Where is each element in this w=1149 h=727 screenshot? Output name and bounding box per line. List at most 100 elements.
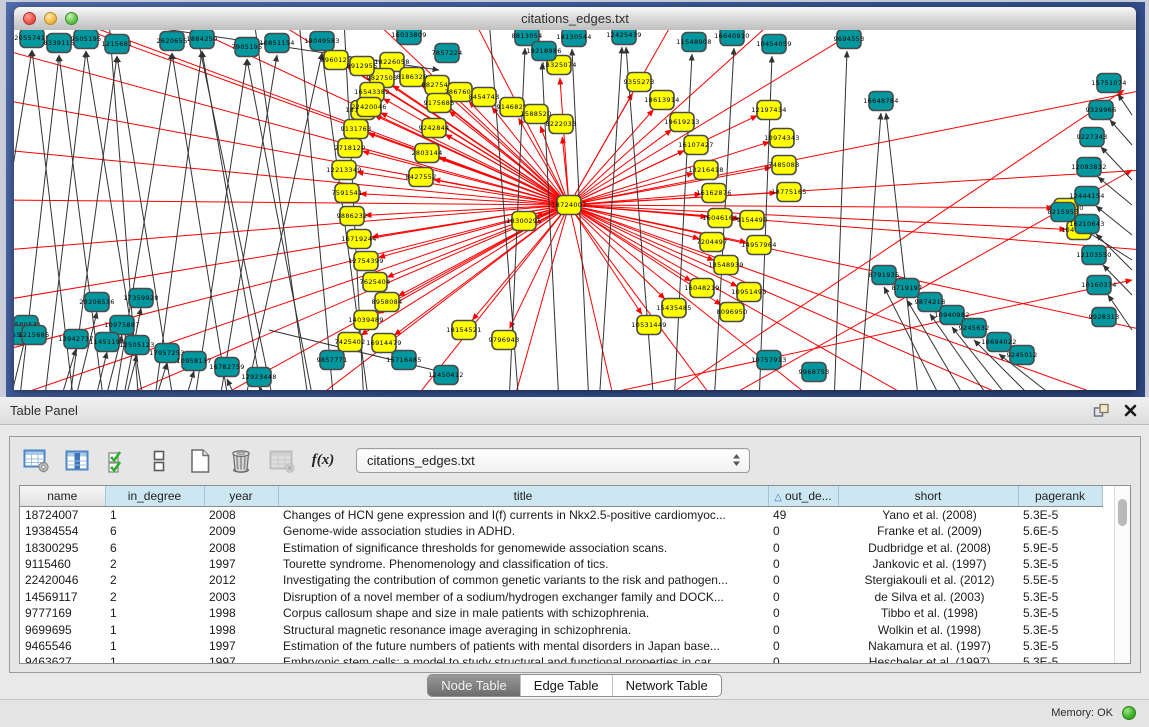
table-cell[interactable]: 5.3E-5 — [1018, 589, 1102, 605]
table-row[interactable]: 1830029562008Estimation of significance … — [20, 539, 1102, 555]
table-cell[interactable]: Wolkin et al. (1998) — [838, 621, 1018, 637]
table-cell[interactable]: 5.3E-5 — [1018, 621, 1102, 637]
table-cell[interactable]: Estimation of the future numbers of pati… — [278, 638, 768, 654]
close-panel-icon[interactable] — [1124, 404, 1137, 417]
table-cell[interactable]: 5.3E-5 — [1018, 638, 1102, 654]
column-header-short[interactable]: short — [838, 486, 1018, 507]
table-cell[interactable]: 19384554 — [20, 523, 105, 539]
tab-node-table[interactable]: Node Table — [428, 675, 520, 696]
table-row[interactable]: 946362711997Embryonic stem cells: a mode… — [20, 654, 1102, 664]
table-cell[interactable]: 1 — [105, 605, 204, 621]
table-cell[interactable]: 2008 — [204, 539, 278, 555]
table-cell[interactable]: 5.3E-5 — [1018, 654, 1102, 664]
minimize-window-button[interactable] — [44, 12, 57, 25]
table-cell[interactable]: 2012 — [204, 572, 278, 588]
network-graph[interactable]: 1872400718226058982750316543382181229549… — [14, 30, 1136, 390]
table-cell[interactable]: 5.6E-5 — [1018, 523, 1102, 539]
new-document-icon[interactable] — [184, 445, 216, 477]
table-row[interactable]: 2242004622012Investigating the contribut… — [20, 572, 1102, 588]
column-header-year[interactable]: year — [204, 486, 278, 507]
table-cell[interactable]: 1998 — [204, 605, 278, 621]
tab-network-table[interactable]: Network Table — [612, 675, 721, 696]
column-header-out-degree[interactable]: △out_de... — [768, 486, 838, 507]
column-selector-icon[interactable] — [61, 445, 93, 477]
table-row[interactable]: 946554611997Estimation of the future num… — [20, 638, 1102, 654]
table-cell[interactable]: 9463627 — [20, 654, 105, 664]
table-row[interactable]: 1938455462009Genome-wide association stu… — [20, 523, 1102, 539]
table-cell[interactable]: Franke et al. (2009) — [838, 523, 1018, 539]
network-canvas[interactable]: 1872400718226058982750316543382181229549… — [14, 30, 1136, 390]
column-header-pagerank[interactable]: pagerank — [1018, 486, 1102, 507]
table-cell[interactable]: 1 — [105, 507, 204, 524]
tab-edge-table[interactable]: Edge Table — [520, 675, 612, 696]
table-cell[interactable]: Disruption of a novel member of a sodium… — [278, 589, 768, 605]
table-cell[interactable]: Estimation of significance thresholds fo… — [278, 539, 768, 555]
table-cell[interactable]: Stergiakouli et al. (2012) — [838, 572, 1018, 588]
table-row[interactable]: 1456911722003Disruption of a novel membe… — [20, 589, 1102, 605]
table-cell[interactable]: 0 — [768, 539, 838, 555]
network-window-titlebar[interactable]: citations_edges.txt — [14, 7, 1136, 31]
table-cell[interactable]: 0 — [768, 621, 838, 637]
table-cell[interactable]: Dudbridge et al. (2008) — [838, 539, 1018, 555]
table-cell[interactable]: 1997 — [204, 638, 278, 654]
table-cell[interactable]: 1997 — [204, 556, 278, 572]
table-cell[interactable]: 6 — [105, 523, 204, 539]
table-cell[interactable]: 2009 — [204, 523, 278, 539]
table-selector-dropdown[interactable]: citations_edges.txt — [356, 448, 750, 473]
row-height-icon[interactable] — [143, 445, 175, 477]
table-cell[interactable]: Structural magnetic resonance image aver… — [278, 621, 768, 637]
table-cell[interactable]: de Silva et al. (2003) — [838, 589, 1018, 605]
table-cell[interactable]: 5.3E-5 — [1018, 556, 1102, 572]
table-cell[interactable]: 9777169 — [20, 605, 105, 621]
table-vertical-scrollbar[interactable] — [1114, 486, 1130, 663]
table-cell[interactable]: 0 — [768, 589, 838, 605]
table-cell[interactable]: 49 — [768, 507, 838, 524]
table-cell[interactable]: 14569117 — [20, 589, 105, 605]
table-cell[interactable]: 2 — [105, 589, 204, 605]
table-cell[interactable]: 2008 — [204, 507, 278, 524]
table-cell[interactable]: 2 — [105, 572, 204, 588]
table-cell[interactable]: 2 — [105, 556, 204, 572]
table-cell[interactable]: Investigating the contribution of common… — [278, 572, 768, 588]
table-cell[interactable]: Genome-wide association studies in ADHD. — [278, 523, 768, 539]
table-cell[interactable]: 9699695 — [20, 621, 105, 637]
table-cell[interactable]: 1 — [105, 654, 204, 664]
table-cell[interactable]: 2003 — [204, 589, 278, 605]
table-cell[interactable]: Tourette syndrome. Phenomenology and cla… — [278, 556, 768, 572]
table-cell[interactable]: Changes of HCN gene expression and I(f) … — [278, 507, 768, 524]
column-header-in-degree[interactable]: in_degree — [105, 486, 204, 507]
table-row[interactable]: 911546021997Tourette syndrome. Phenomeno… — [20, 556, 1102, 572]
table-cell[interactable]: 22420046 — [20, 572, 105, 588]
table-cell[interactable]: Yano et al. (2008) — [838, 507, 1018, 524]
table-cell[interactable]: 18300295 — [20, 539, 105, 555]
float-panel-icon[interactable] — [1093, 403, 1110, 418]
table-cell[interactable]: 0 — [768, 638, 838, 654]
row-selector-icon[interactable] — [102, 445, 134, 477]
memory-status-icon[interactable] — [1122, 706, 1136, 720]
table-cell[interactable]: 6 — [105, 539, 204, 555]
scrollbar-thumb[interactable] — [1118, 499, 1127, 526]
table-cell[interactable]: 0 — [768, 572, 838, 588]
function-builder-icon[interactable]: f(x) — [307, 445, 339, 477]
column-header-title[interactable]: title — [278, 486, 768, 507]
table-row[interactable]: 1872400712008Changes of HCN gene express… — [20, 507, 1102, 524]
table-row[interactable]: 969969511998Structural magnetic resonanc… — [20, 621, 1102, 637]
table-cell[interactable]: Corpus callosum shape and size in male p… — [278, 605, 768, 621]
table-cell[interactable]: 0 — [768, 523, 838, 539]
table-cell[interactable]: 9115460 — [20, 556, 105, 572]
table-cell[interactable]: 1 — [105, 621, 204, 637]
table-cell[interactable]: Nakamura et al. (1997) — [838, 638, 1018, 654]
delete-rows-trash-icon[interactable] — [225, 445, 257, 477]
table-cell[interactable]: 1998 — [204, 621, 278, 637]
table-cell[interactable]: Tibbo et al. (1998) — [838, 605, 1018, 621]
table-cell[interactable]: 5.3E-5 — [1018, 605, 1102, 621]
table-cell[interactable]: Hescheler et al. (1997) — [838, 654, 1018, 664]
table-cell[interactable]: Jankovic et al. (1997) — [838, 556, 1018, 572]
table-cell[interactable]: Embryonic stem cells: a model to study s… — [278, 654, 768, 664]
table-settings-icon[interactable] — [20, 445, 52, 477]
table-cell[interactable]: 0 — [768, 556, 838, 572]
table-cell[interactable]: 1 — [105, 638, 204, 654]
column-header-name[interactable]: name — [20, 486, 105, 507]
table-cell[interactable]: 9465546 — [20, 638, 105, 654]
zoom-window-button[interactable] — [65, 12, 78, 25]
